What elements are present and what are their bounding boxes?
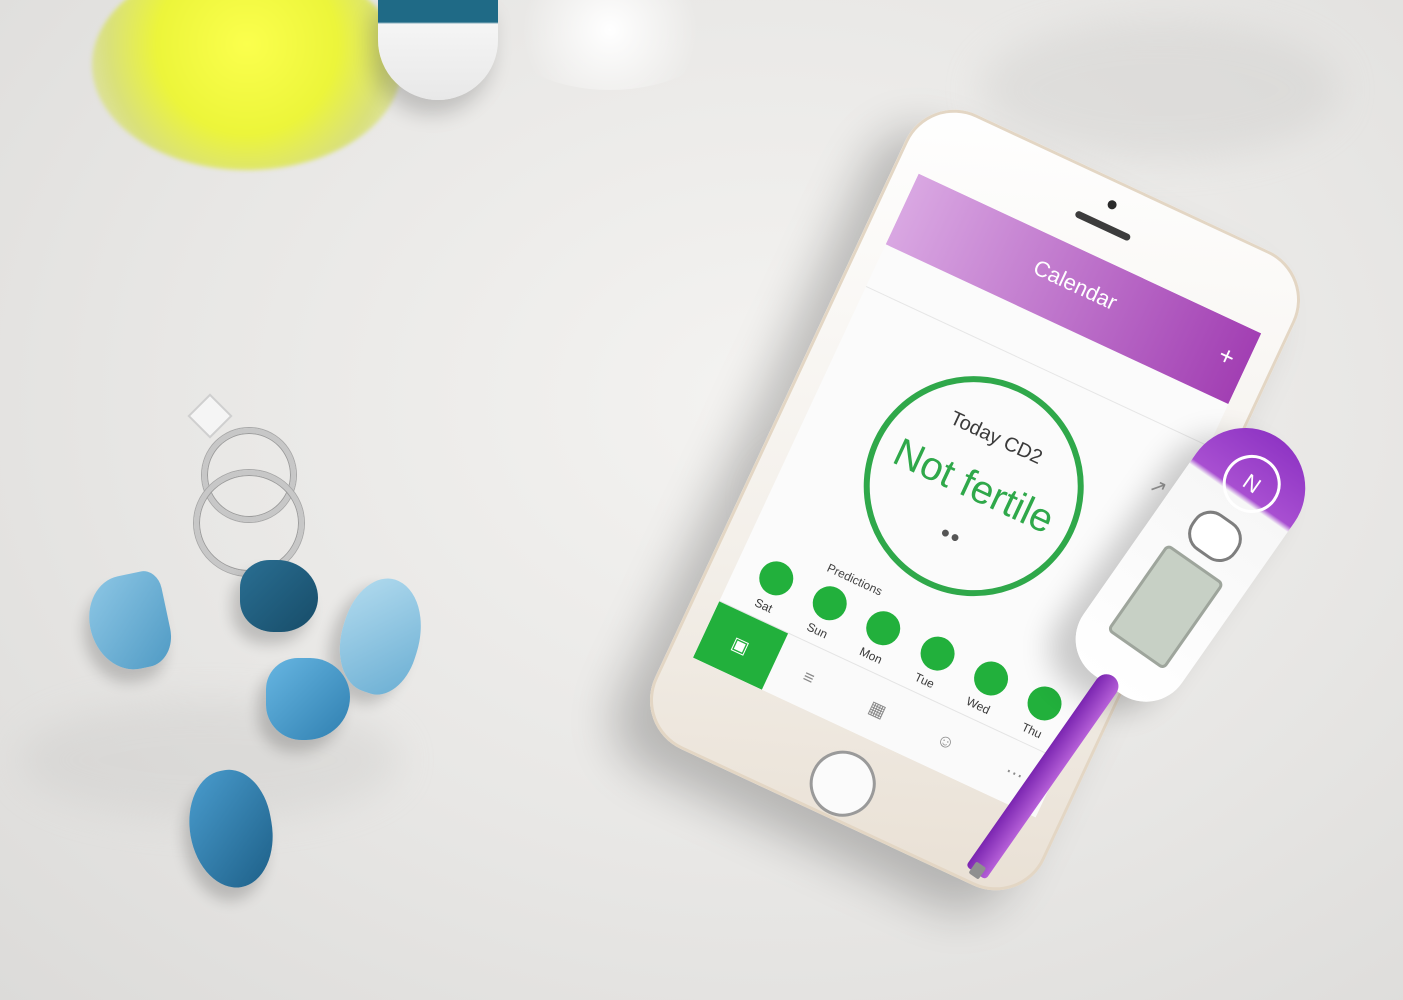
day-label: Sun: [804, 619, 830, 642]
blue-stone: [240, 560, 318, 632]
thermometer-display: [1106, 543, 1225, 671]
green-day-dot: [807, 580, 853, 626]
ring-diamond: [187, 393, 233, 439]
prediction-day[interactable]: Wed: [955, 654, 1018, 722]
scene: Calendar + ↗ Today CD2 Not fertile ●● Pr…: [0, 0, 1403, 1000]
green-day-dot: [860, 605, 907, 651]
day-label: Wed: [964, 694, 993, 718]
day-label: Sat: [752, 595, 775, 616]
prediction-day[interactable]: Sun: [794, 579, 857, 647]
ring-band-bottom: [194, 470, 304, 576]
prediction-day[interactable]: Tue: [902, 629, 965, 697]
green-day-dot: [914, 630, 960, 676]
nc-logo-icon: N: [1211, 443, 1293, 525]
day-label: Mon: [857, 644, 885, 667]
white-flower: [500, 0, 720, 90]
blue-stone: [80, 567, 178, 678]
yellow-flower: [92, 0, 402, 170]
green-day-dot: [753, 555, 799, 601]
day-label: Tue: [912, 669, 937, 692]
fertility-status: Not fertile: [886, 430, 1061, 543]
green-day-dot: [968, 655, 1014, 701]
prediction-day[interactable]: Mon: [848, 604, 911, 672]
prediction-day[interactable]: Sat: [741, 554, 804, 622]
marble-vein: [980, 20, 1340, 160]
